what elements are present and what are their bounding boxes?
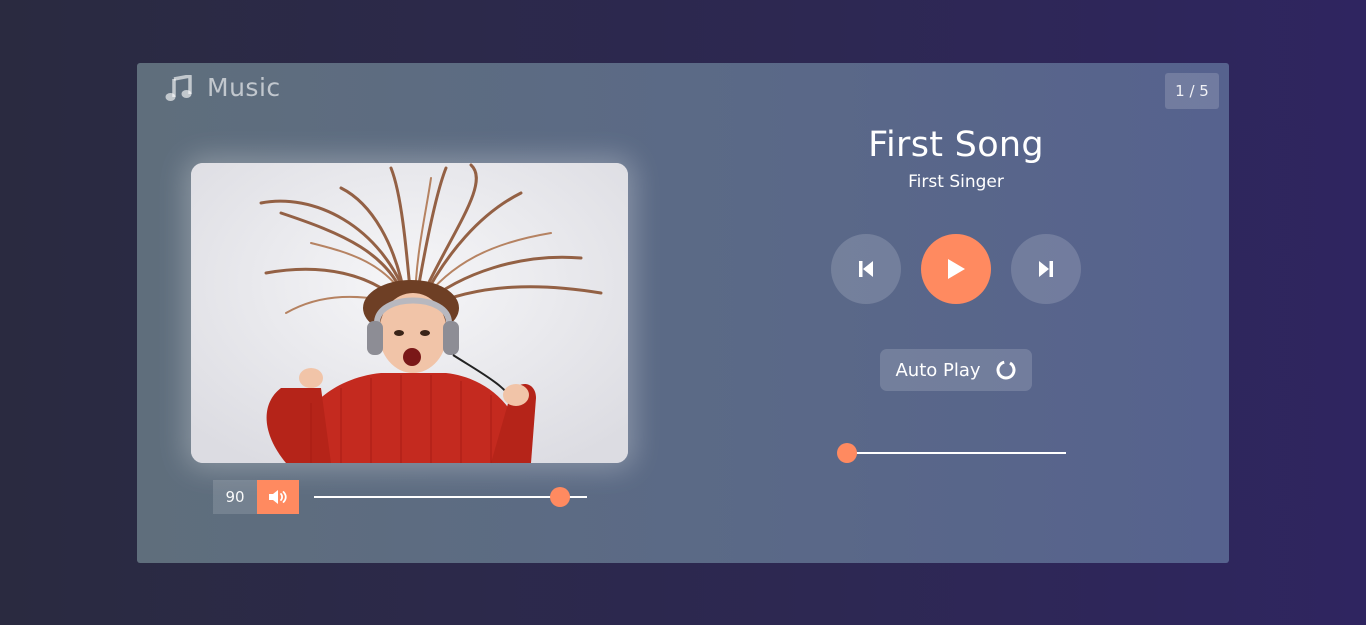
volume-icon [269,490,287,504]
next-button[interactable] [1011,234,1081,304]
volume-button[interactable] [257,480,299,514]
album-cover [191,163,628,463]
volume-thumb[interactable] [549,487,570,507]
volume-controls: 90 [213,480,587,514]
album-cover-image [191,163,628,463]
play-icon [948,259,965,279]
song-info: First Song First Singer [737,121,1175,195]
app-title: Music [207,73,281,102]
skip-previous-icon [859,261,873,277]
progress-thumb[interactable] [837,443,857,463]
autoplay-label: Auto Play [895,359,981,381]
volume-track[interactable] [314,496,587,498]
play-button[interactable] [921,234,991,304]
music-player-card: Music 1 / 5 90 First Song First Singer A… [137,63,1229,563]
volume-value: 90 [213,480,257,514]
track-counter: 1 / 5 [1165,73,1219,109]
volume-slider[interactable] [314,487,587,507]
autoplay-button[interactable]: Auto Play [880,349,1032,391]
brand: Music [165,73,281,102]
loading-ring-icon [996,360,1016,380]
song-title: First Song [868,125,1044,165]
previous-button[interactable] [831,234,901,304]
playback-controls [831,234,1081,304]
music-note-icon [165,74,192,101]
progress-track[interactable] [847,452,1066,454]
song-artist: First Singer [908,172,1004,192]
progress-slider[interactable] [837,443,1066,463]
skip-next-icon [1039,261,1053,277]
